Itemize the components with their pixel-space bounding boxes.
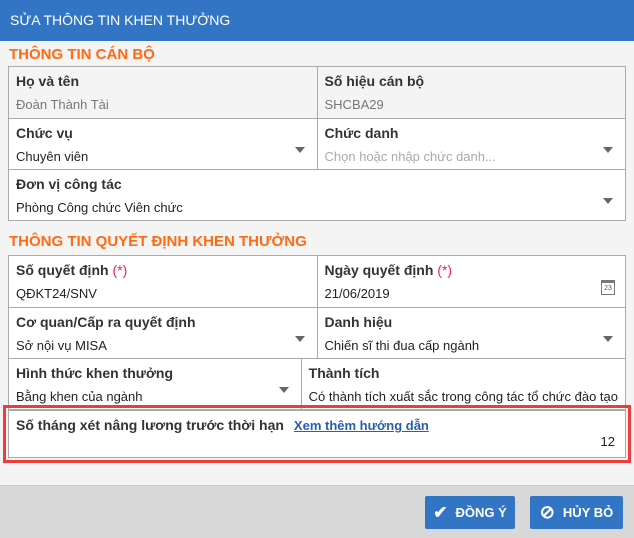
issuer-select[interactable]: Cơ quan/Cấp ra quyết định Sở nội vụ MISA — [9, 308, 317, 358]
dialog-footer: ✔ ĐỒNG Ý ⊘ HỦY BỎ — [0, 485, 634, 538]
ok-label: ĐỒNG Ý — [455, 505, 507, 520]
required-mark: (*) — [112, 262, 128, 278]
salary-months-label: Số tháng xét nâng lương trước thời hạn — [16, 417, 284, 433]
decision-info-table: Số quyết định (*) QĐKT24/SNV Ngày quyết đ… — [8, 255, 626, 410]
section-decision-title: THÔNG TIN QUYẾT ĐỊNH KHEN THƯỞNG — [9, 233, 307, 250]
issuer-value: Sở nội vụ MISA — [16, 338, 107, 353]
decision-number-input[interactable]: QĐKT24/SNV — [16, 284, 310, 304]
cancel-icon: ⊘ — [539, 502, 555, 522]
check-icon: ✔ — [433, 502, 448, 522]
chevron-down-icon[interactable] — [603, 198, 613, 204]
salary-months-input[interactable]: 12 — [601, 434, 615, 449]
cancel-label: HỦY BỎ — [562, 505, 614, 520]
position-label: Chức vụ — [16, 125, 73, 141]
decision-date-field[interactable]: Ngày quyết định (*) 21/06/2019 23 — [316, 256, 626, 307]
staff-code-label: Số hiệu cán bộ — [324, 73, 425, 89]
chevron-down-icon[interactable] — [603, 336, 613, 342]
department-label: Đơn vị công tác — [16, 176, 122, 192]
department-select[interactable]: Đơn vị công tác Phòng Công chức Viên chức — [9, 170, 625, 220]
dialog-title: SỬA THÔNG TIN KHEN THƯỞNG — [0, 0, 634, 41]
award-title-select[interactable]: Danh hiệu Chiến sĩ thi đua cấp ngành — [316, 308, 626, 358]
full-name-label: Họ và tên — [16, 73, 80, 89]
title-placeholder: Chọn hoặc nhập chức danh... — [324, 149, 496, 164]
section-staff-title: THÔNG TIN CÁN BỘ — [9, 46, 155, 63]
award-form-label: Hình thức khen thưởng — [16, 365, 173, 381]
full-name-field: Họ và tên Đoàn Thành Tài — [9, 67, 317, 118]
award-title-value: Chiến sĩ thi đua cấp ngành — [324, 338, 480, 353]
cancel-button[interactable]: ⊘ HỦY BỎ — [530, 496, 623, 529]
decision-number-label: Số quyết định — [16, 262, 109, 278]
achievement-field[interactable]: Thành tích Có thành tích xuất sắc trong c… — [300, 359, 625, 409]
issuer-label: Cơ quan/Cấp ra quyết định — [16, 314, 196, 330]
full-name-value: Đoàn Thành Tài — [16, 97, 109, 112]
position-value: Chuyên viên — [16, 149, 89, 164]
achievement-input[interactable]: Có thành tích xuất sắc trong công tác tổ… — [309, 387, 618, 407]
guide-link[interactable]: Xem thêm hướng dẫn — [294, 418, 429, 433]
award-form-value: Bằng khen của ngành — [16, 389, 143, 404]
decision-date-label: Ngày quyết định — [324, 262, 434, 278]
ok-button[interactable]: ✔ ĐỒNG Ý — [425, 496, 515, 529]
decision-date-input[interactable]: 21/06/2019 — [325, 284, 619, 304]
title-label: Chức danh — [324, 125, 399, 141]
highlighted-salary-months-field: Số tháng xét nâng lương trước thời hạn Xe… — [3, 405, 631, 463]
calendar-icon[interactable]: 23 — [601, 280, 615, 295]
position-select[interactable]: Chức vụ Chuyên viên — [9, 119, 317, 169]
staff-code-field: Số hiệu cán bộ SHCBA29 — [316, 67, 625, 118]
achievement-label: Thành tích — [308, 365, 380, 381]
decision-number-field[interactable]: Số quyết định (*) QĐKT24/SNV — [9, 256, 317, 307]
staff-code-value: SHCBA29 — [324, 97, 384, 112]
department-value: Phòng Công chức Viên chức — [16, 200, 183, 215]
staff-info-table: Họ và tên Đoàn Thành Tài Số hiệu cán bộ SH… — [8, 66, 626, 221]
required-mark: (*) — [437, 262, 453, 278]
chevron-down-icon[interactable] — [294, 336, 305, 342]
award-form-select[interactable]: Hình thức khen thưởng Bằng khen của ngành — [9, 359, 301, 409]
chevron-down-icon[interactable] — [278, 387, 289, 393]
title-select[interactable]: Chức danh Chọn hoặc nhập chức danh... — [316, 119, 626, 169]
chevron-down-icon[interactable] — [603, 147, 613, 153]
chevron-down-icon[interactable] — [294, 147, 305, 153]
award-title-label: Danh hiệu — [324, 314, 393, 330]
